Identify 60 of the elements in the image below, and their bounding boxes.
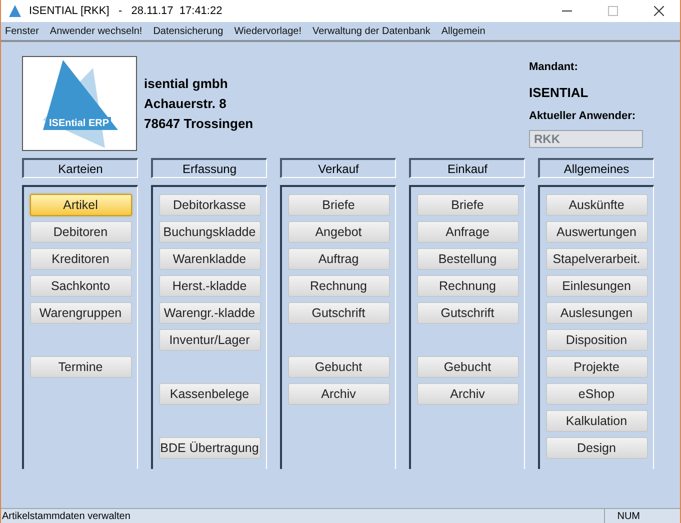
menu-button[interactable]: Auslesungen <box>546 302 648 324</box>
menu-button[interactable]: Warenkladde <box>158 248 260 270</box>
mandant-value: ISENTIAL <box>529 84 590 102</box>
menu-button[interactable]: Rechnung <box>416 275 518 297</box>
menu-button[interactable]: Debitorkasse <box>158 194 260 216</box>
menu-button[interactable]: Debitoren <box>30 221 132 243</box>
menu-button[interactable]: Auswertungen <box>546 221 648 243</box>
menu-button[interactable]: Disposition <box>546 329 648 351</box>
menu-button[interactable]: Gebucht <box>288 356 390 378</box>
menu-button[interactable]: eShop <box>546 383 648 405</box>
column-header: Erfassung <box>151 158 267 178</box>
menu-button[interactable]: Gebucht <box>416 356 518 378</box>
menu-button[interactable]: Artikel <box>30 194 132 216</box>
menu-button[interactable]: Design <box>546 437 648 459</box>
menu-button[interactable]: Archiv <box>288 383 390 405</box>
company-address-line: isential gmbh <box>144 76 229 91</box>
menu-item[interactable]: Allgemein <box>441 24 486 38</box>
menu-button[interactable]: Buchungskladde <box>158 221 260 243</box>
menu-button[interactable]: Bestellung <box>416 248 518 270</box>
menu-button[interactable]: Gutschrift <box>416 302 518 324</box>
menu-button[interactable]: Inventur/Lager <box>158 329 260 351</box>
menu-button[interactable]: Briefe <box>416 194 518 216</box>
window-title: ISENTIAL [RKK] - 28.11.17 17:41:22 <box>29 4 222 19</box>
close-icon[interactable] <box>654 6 664 16</box>
company-address-line: Achauerstr. 8 <box>144 96 228 111</box>
menu-button[interactable]: Archiv <box>416 383 518 405</box>
menu-button[interactable]: Herst.-kladde <box>158 275 260 297</box>
num-lock-indicator: NUM <box>604 508 652 523</box>
menu-button[interactable]: Stapelverarbeit. <box>546 248 648 270</box>
menu-item[interactable]: Fenster <box>5 24 39 38</box>
menu-item[interactable]: Verwaltung der Datenbank <box>312 24 430 38</box>
column-header: Karteien <box>22 158 138 178</box>
menu-button[interactable]: Anfrage <box>416 221 518 243</box>
menu-item[interactable]: Wiedervorlage! <box>234 24 302 38</box>
menu-button[interactable]: Sachkonto <box>30 275 132 297</box>
menu-item[interactable]: Datensicherung <box>153 24 224 38</box>
column-header: Verkauf <box>280 158 396 178</box>
column-header: Einkauf <box>409 158 525 178</box>
menu-button[interactable]: Angebot <box>288 221 390 243</box>
mandant-label: Mandant: <box>529 60 579 75</box>
menu-button[interactable]: Kalkulation <box>546 410 648 432</box>
menu-button[interactable]: Kreditoren <box>30 248 132 270</box>
menu-button[interactable]: Kassenbelege <box>158 383 260 405</box>
menu-button[interactable]: Auskünfte <box>546 194 648 216</box>
menu-button[interactable]: Gutschrift <box>288 302 390 324</box>
menu-button[interactable]: Rechnung <box>288 275 390 297</box>
column-header: Allgemeines <box>538 158 654 178</box>
menu-button[interactable]: Projekte <box>546 356 648 378</box>
menu-button[interactable]: Warengruppen <box>30 302 132 324</box>
menu-button[interactable]: Briefe <box>288 194 390 216</box>
menu-button[interactable]: Auftrag <box>288 248 390 270</box>
menu-item[interactable]: Anwender wechseln! <box>50 24 142 38</box>
user-label: Aktueller Anwender: <box>529 109 637 124</box>
menu-button[interactable]: Termine <box>30 356 132 378</box>
menu-button[interactable]: Einlesungen <box>546 275 648 297</box>
app-logo-icon <box>9 5 21 17</box>
status-message: Artikelstammdaten verwalten <box>1 510 132 523</box>
company-address-line: 78647 Trossingen <box>144 116 254 131</box>
menu-button[interactable]: BDE Übertragung <box>158 437 260 459</box>
menu-button[interactable]: Warengr.-kladde <box>158 302 260 324</box>
